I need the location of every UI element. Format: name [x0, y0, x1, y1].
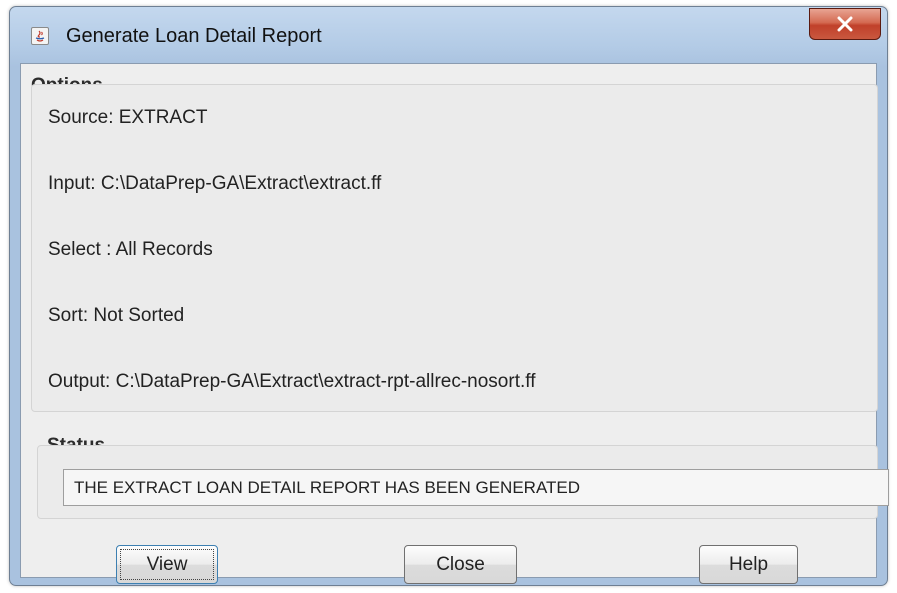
window-close-button[interactable]: [809, 8, 881, 40]
help-button[interactable]: Help: [699, 545, 798, 584]
status-message: THE EXTRACT LOAN DETAIL REPORT HAS BEEN …: [63, 469, 889, 506]
output-label: Output: C:\DataPrep-GA\Extract\extract-r…: [48, 371, 536, 392]
select-label: Select : All Records: [48, 239, 213, 260]
close-button[interactable]: Close: [404, 545, 517, 584]
java-app-icon: [31, 27, 49, 45]
window-title: Generate Loan Detail Report: [66, 25, 322, 47]
sort-label: Sort: Not Sorted: [48, 305, 185, 326]
title-bar[interactable]: Generate Loan Detail Report: [10, 7, 887, 61]
dialog-window: Generate Loan Detail Report Options Sour…: [9, 6, 889, 586]
input-label: Input: C:\DataPrep-GA\Extract\extract.ff: [48, 173, 382, 194]
view-button[interactable]: View: [116, 545, 218, 584]
close-icon: [837, 16, 853, 32]
dialog-content: Options Source: EXTRACT Input: C:\DataPr…: [20, 63, 889, 584]
source-label: Source: EXTRACT: [48, 107, 208, 128]
options-panel: Source: EXTRACT Input: C:\DataPrep-GA\Ex…: [31, 84, 878, 412]
